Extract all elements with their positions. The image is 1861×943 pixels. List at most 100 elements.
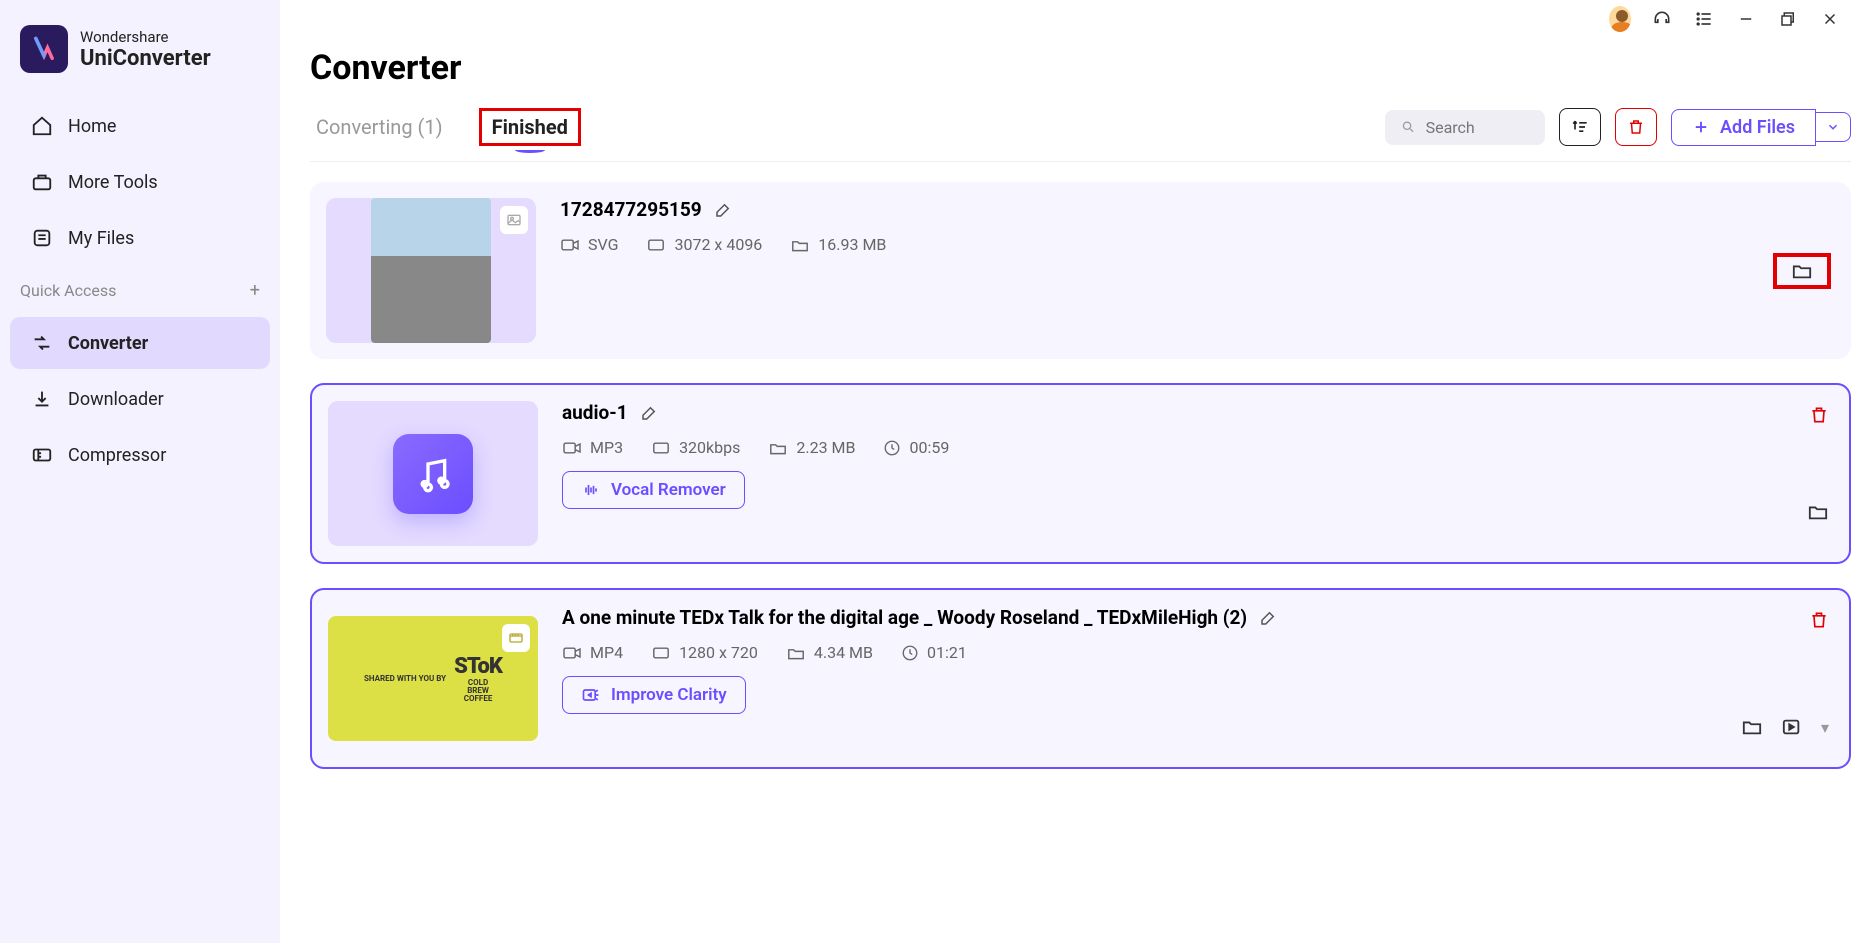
edit-icon[interactable] bbox=[1259, 609, 1277, 627]
sidebar-item-downloader[interactable]: Downloader bbox=[10, 373, 270, 425]
tab-underline bbox=[515, 147, 545, 153]
add-files-label: Add Files bbox=[1720, 117, 1795, 138]
plus-icon[interactable]: + bbox=[250, 280, 260, 301]
file-info: A one minute TEDx Talk for the digital a… bbox=[562, 606, 1833, 751]
tab-converting[interactable]: Converting (1) bbox=[310, 111, 449, 143]
sidebar: Wondershare UniConverter Home More Tools… bbox=[0, 0, 280, 943]
format-label: MP3 bbox=[590, 438, 623, 457]
chevron-down-icon[interactable]: ▾ bbox=[1821, 718, 1829, 737]
sidebar-label: More Tools bbox=[68, 172, 158, 193]
sidebar-item-more-tools[interactable]: More Tools bbox=[10, 156, 270, 208]
video-icon bbox=[562, 645, 582, 661]
format-label: SVG bbox=[588, 235, 618, 254]
tabs: Converting (1) Finished bbox=[310, 108, 581, 146]
sidebar-item-my-files[interactable]: My Files bbox=[10, 212, 270, 264]
search-icon bbox=[1401, 118, 1416, 136]
size-label: 4.34 MB bbox=[814, 643, 873, 662]
quick-access-label: Quick Access bbox=[20, 281, 116, 300]
action-label: Vocal Remover bbox=[611, 480, 726, 500]
file-card[interactable]: audio-1 MP3 320kbps 2.23 MB 00:59 Vocal … bbox=[310, 383, 1851, 564]
clock-icon bbox=[901, 644, 919, 662]
download-icon bbox=[30, 387, 54, 411]
add-files-button[interactable]: Add Files bbox=[1671, 109, 1851, 146]
tab-finished[interactable]: Finished bbox=[479, 108, 581, 146]
card-actions-bottom bbox=[1807, 502, 1829, 522]
add-files-main[interactable]: Add Files bbox=[1671, 109, 1816, 146]
sidebar-label: Converter bbox=[68, 333, 148, 354]
open-folder-button[interactable] bbox=[1741, 717, 1763, 737]
sidebar-item-converter[interactable]: Converter bbox=[10, 317, 270, 369]
close-icon[interactable] bbox=[1819, 8, 1841, 30]
bitrate-label: 320kbps bbox=[679, 438, 740, 457]
search-input[interactable] bbox=[1385, 110, 1545, 145]
vocal-remover-button[interactable]: Vocal Remover bbox=[562, 471, 745, 509]
duration-label: 00:59 bbox=[909, 438, 949, 457]
sidebar-item-compressor[interactable]: Compressor bbox=[10, 429, 270, 481]
sidebar-label: Compressor bbox=[68, 445, 166, 466]
headset-icon[interactable] bbox=[1651, 8, 1673, 30]
toolbar-right: Add Files bbox=[1385, 108, 1851, 146]
maximize-icon[interactable] bbox=[1777, 8, 1799, 30]
file-info: audio-1 MP3 320kbps 2.23 MB 00:59 Vocal … bbox=[562, 401, 1833, 546]
sidebar-label: Downloader bbox=[68, 389, 164, 410]
app-logo: Wondershare UniConverter bbox=[0, 15, 280, 98]
folder-icon bbox=[790, 237, 810, 253]
dimensions-icon bbox=[651, 645, 671, 661]
meta-row: SVG 3072 x 4096 16.93 MB bbox=[560, 235, 1835, 254]
stok-brand: SToK bbox=[454, 654, 502, 679]
folder-icon bbox=[786, 645, 806, 661]
toolbar: Converting (1) Finished Add Files bbox=[310, 108, 1851, 162]
card-actions bbox=[1809, 405, 1829, 425]
file-card[interactable]: SHARED WITH YOU BY SToK COLDBREWCOFFEE A… bbox=[310, 588, 1851, 769]
main-content: Converter Converting (1) Finished Add Fi… bbox=[280, 0, 1861, 943]
edit-icon[interactable] bbox=[640, 404, 658, 422]
add-files-dropdown[interactable] bbox=[1816, 112, 1851, 142]
shared-text: SHARED WITH YOU BY bbox=[364, 674, 446, 683]
dimensions-icon bbox=[646, 237, 666, 253]
thumbnail bbox=[326, 198, 536, 343]
toolbox-icon bbox=[30, 170, 54, 194]
improve-clarity-button[interactable]: Improve Clarity bbox=[562, 676, 746, 714]
card-actions bbox=[1809, 610, 1829, 630]
play-button[interactable] bbox=[1781, 717, 1803, 737]
audio-icon bbox=[393, 434, 473, 514]
file-card[interactable]: 1728477295159 SVG 3072 x 4096 16.93 MB bbox=[310, 182, 1851, 359]
edit-icon[interactable] bbox=[714, 201, 732, 219]
titlebar bbox=[310, 0, 1851, 38]
brand-bottom: UniConverter bbox=[80, 46, 211, 71]
file-info: 1728477295159 SVG 3072 x 4096 16.93 MB bbox=[560, 198, 1835, 343]
duration-label: 01:21 bbox=[927, 643, 967, 662]
delete-all-button[interactable] bbox=[1615, 108, 1657, 146]
card-actions bbox=[1773, 253, 1831, 289]
plus-icon bbox=[1692, 118, 1710, 136]
logo-icon bbox=[20, 25, 68, 73]
delete-button[interactable] bbox=[1809, 405, 1829, 425]
chevron-down-icon bbox=[1826, 120, 1840, 134]
quick-access-header: Quick Access + bbox=[0, 266, 280, 315]
delete-button[interactable] bbox=[1809, 610, 1829, 630]
minimize-icon[interactable] bbox=[1735, 8, 1757, 30]
video-badge-icon bbox=[502, 624, 530, 652]
video-icon bbox=[560, 237, 580, 253]
sidebar-item-home[interactable]: Home bbox=[10, 100, 270, 152]
file-name: audio-1 bbox=[562, 401, 628, 424]
search-field[interactable] bbox=[1426, 118, 1529, 137]
tab-finished-label: Finished bbox=[492, 115, 568, 139]
video-icon bbox=[562, 440, 582, 456]
open-folder-button[interactable] bbox=[1807, 502, 1829, 522]
avatar-icon[interactable] bbox=[1609, 8, 1631, 30]
size-label: 2.23 MB bbox=[796, 438, 855, 457]
thumbnail-video: SHARED WITH YOU BY SToK COLDBREWCOFFEE bbox=[328, 616, 538, 741]
thumbnail-image bbox=[371, 198, 491, 343]
file-name: A one minute TEDx Talk for the digital a… bbox=[562, 606, 1247, 629]
folder-icon bbox=[768, 440, 788, 456]
open-folder-button[interactable] bbox=[1773, 253, 1831, 289]
menu-icon[interactable] bbox=[1693, 8, 1715, 30]
dimensions-icon bbox=[651, 440, 671, 456]
resolution-label: 3072 x 4096 bbox=[674, 235, 762, 254]
image-badge-icon bbox=[500, 206, 528, 234]
brand-top: Wondershare bbox=[80, 28, 211, 46]
thumbnail: SHARED WITH YOU BY SToK COLDBREWCOFFEE bbox=[328, 606, 538, 751]
resolution-label: 1280 x 720 bbox=[679, 643, 758, 662]
sort-button[interactable] bbox=[1559, 108, 1601, 146]
